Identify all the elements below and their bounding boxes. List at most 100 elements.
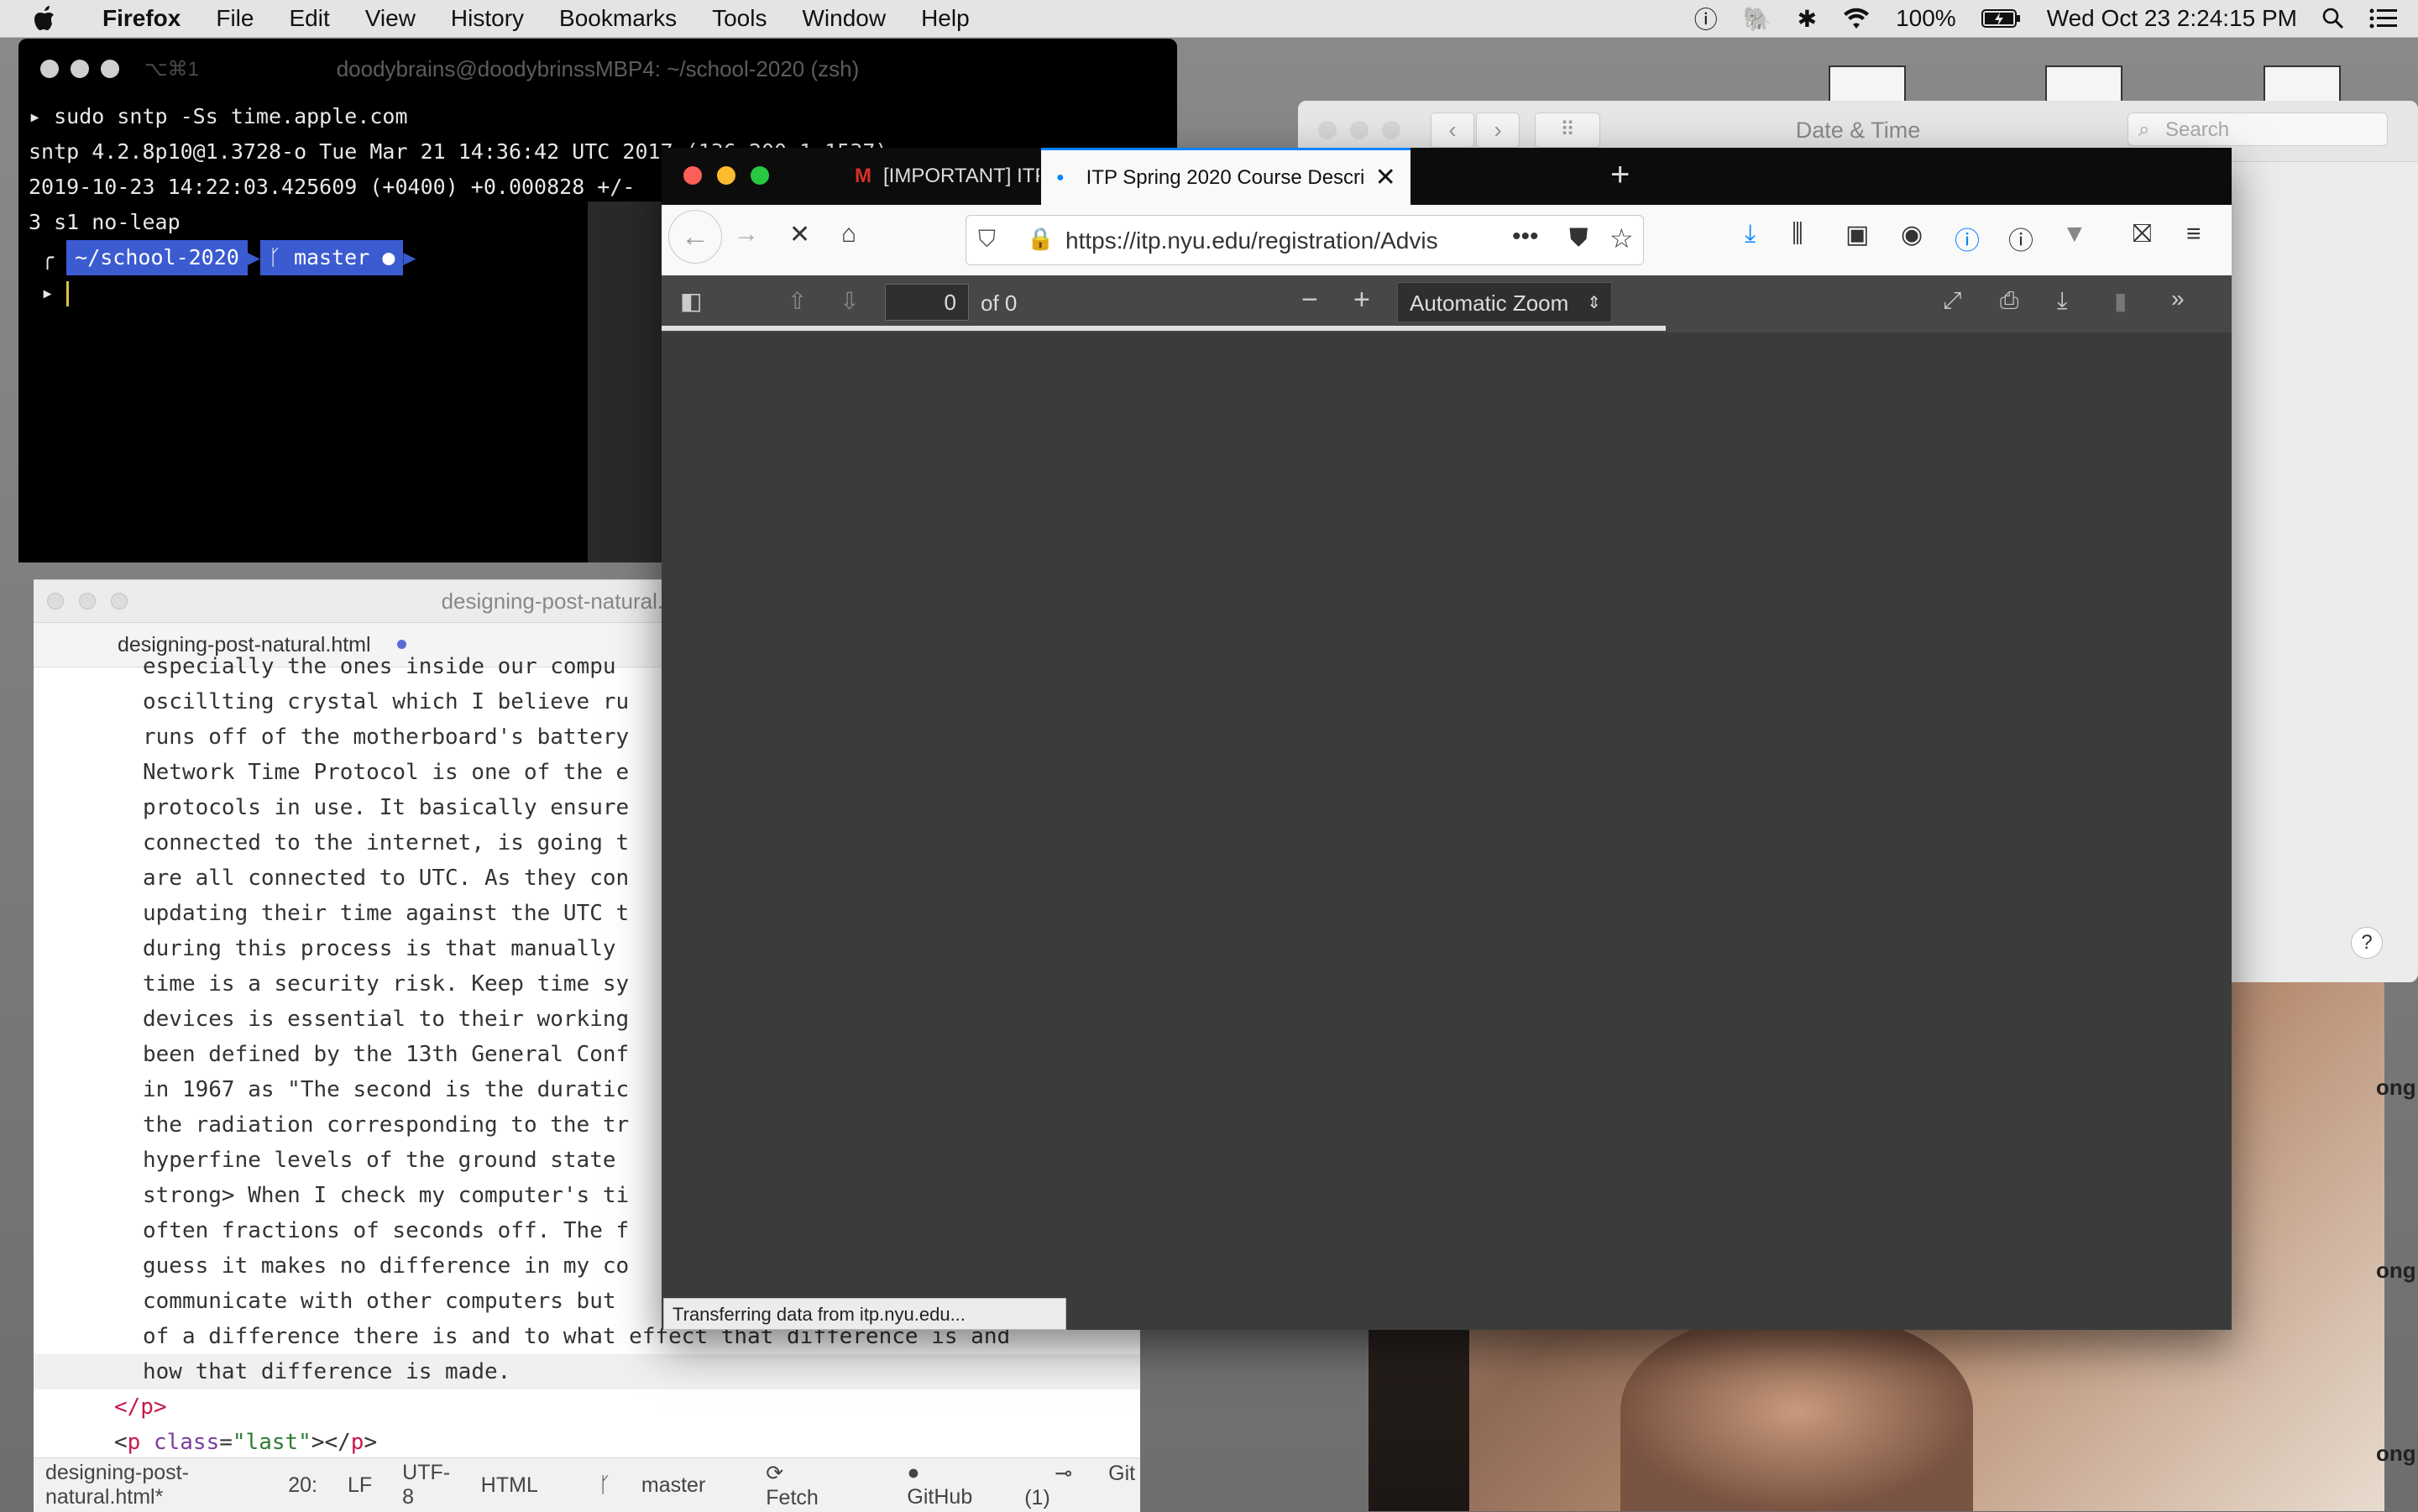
menu-edit[interactable]: Edit <box>289 5 329 32</box>
terminal-title: doodybrains@doodybrinssMBP4: ~/school-20… <box>336 55 860 81</box>
search-placeholder: Search <box>2165 118 2230 141</box>
modified-dot-icon <box>396 640 406 649</box>
forward-arrow-icon[interactable]: → <box>734 220 759 249</box>
menu-tools[interactable]: Tools <box>712 5 767 32</box>
tools-chevron-icon[interactable]: » <box>2171 285 2185 312</box>
zoom-in-icon[interactable]: + <box>1353 284 1370 317</box>
page-count: of 0 <box>981 290 1018 316</box>
page-actions-more-icon[interactable]: ••• <box>1512 222 1539 251</box>
account-icon[interactable]: ◉ <box>1901 220 1923 249</box>
terminal-cursor <box>66 281 70 306</box>
pdf-sidebar-toggle-icon[interactable]: ◧ <box>680 287 702 315</box>
tracking-protection-shield-icon[interactable]: ⛉ <box>978 226 996 254</box>
menu-file[interactable]: File <box>216 5 254 32</box>
bluetooth-icon[interactable]: ✱ <box>1798 5 1817 33</box>
status-cursor-position[interactable]: 20: <box>288 1473 317 1498</box>
firefox-window[interactable]: M [IMPORTANT] ITP Spring 2020 ✕ ● ITP Sp… <box>662 148 2232 1330</box>
webcam-watermark: ong <box>2376 1258 2416 1283</box>
url-text[interactable]: https://itp.nyu.edu/registration/Advis <box>1065 228 1502 254</box>
webcam-watermark: ong <box>2376 1075 2416 1100</box>
loading-dot-icon: ● <box>1056 170 1065 185</box>
menu-history[interactable]: History <box>451 5 524 32</box>
menu-bar: Firefox File Edit View History Bookmarks… <box>0 0 2418 38</box>
menu-view[interactable]: View <box>365 5 416 32</box>
loading-progress-bar <box>662 326 1666 331</box>
zoom-button[interactable] <box>751 166 769 185</box>
close-tab-icon[interactable]: ✕ <box>1375 163 1396 192</box>
preferences-search-field[interactable]: ⌕ Search <box>2128 112 2388 146</box>
bookmark-star-icon[interactable]: ☆ <box>1609 222 1634 254</box>
status-line-ending[interactable]: LF <box>348 1473 372 1498</box>
github-icon: ● <box>907 1461 920 1484</box>
tab-label: ITP Spring 2020 Course Descrip <box>1086 165 1363 189</box>
downloads-icon[interactable]: ⤓ <box>1745 220 1756 249</box>
app-menu-firefox[interactable]: Firefox <box>102 5 181 32</box>
terminal-line: 3 s1 no-leap <box>29 210 181 234</box>
new-tab-plus-icon[interactable]: + <box>1610 156 1630 194</box>
presentation-mode-icon[interactable]: ⤢ <box>1943 287 1961 315</box>
stop-loading-icon[interactable]: ✕ <box>789 220 810 249</box>
url-bar[interactable]: ⛉ 🔒 https://itp.nyu.edu/registration/Adv… <box>966 215 1644 265</box>
zoom-out-icon[interactable]: − <box>1301 284 1318 317</box>
notification-center-icon[interactable] <box>2369 8 2398 29</box>
tab-gmail[interactable]: M [IMPORTANT] ITP Spring 2020 <box>838 148 1039 205</box>
help-button[interactable]: ? <box>2351 927 2383 959</box>
save-download-icon[interactable]: ⤓ <box>2057 287 2067 315</box>
webcam-watermark: ong <box>2376 1441 2416 1466</box>
prompt-branch: master <box>293 245 370 269</box>
pdf-toolbar: ◧ ⇧ ⇩ 0 of 0 − + Automatic Zoom ⇕ ⤢ ⎙ ⤓ … <box>662 275 2232 333</box>
evernote-elephant-icon[interactable]: 🐘 <box>1743 5 1772 33</box>
sidebar-toggle-icon[interactable]: ▣ <box>1845 220 1869 249</box>
onepassword-menu-icon[interactable]: ⓘ <box>1694 2 1718 35</box>
chevron-updown-icon: ⇕ <box>1587 294 1601 312</box>
status-git-button[interactable]: ⊸ Git (1) <box>1024 1461 1140 1510</box>
menu-window[interactable]: Window <box>802 5 886 32</box>
firefox-tab-bar: M [IMPORTANT] ITP Spring 2020 ✕ ● ITP Sp… <box>662 148 2232 205</box>
menu-bookmarks[interactable]: Bookmarks <box>559 5 677 32</box>
zoom-select-value: Automatic Zoom <box>1410 290 1569 316</box>
status-fetch-button[interactable]: ⟳ Fetch <box>735 1461 846 1510</box>
tab-itp-course-descriptions[interactable]: ● ITP Spring 2020 Course Descrip ✕ <box>1041 148 1410 205</box>
library-icon[interactable]: ⫼ <box>1792 220 1803 249</box>
prompt-branch-segment: ᚴ master ● <box>259 240 404 275</box>
bookmark-icon[interactable]: ▮ <box>2114 287 2127 315</box>
pocket-icon[interactable]: ⛊ <box>1569 224 1588 253</box>
back-arrow-icon[interactable]: ← <box>668 210 722 264</box>
status-github-button[interactable]: ● GitHub <box>877 1461 994 1509</box>
home-icon[interactable]: ⌂ <box>841 220 856 249</box>
onepassword-extension-icon[interactable]: ⓘ <box>1955 220 1980 257</box>
status-file-path[interactable]: designing-post-natural.html* <box>45 1461 258 1509</box>
pdf-viewer-content[interactable] <box>662 332 2232 1330</box>
menu-clock[interactable]: Wed Oct 23 2:24:15 PM <box>2047 5 2297 32</box>
extension-info-icon[interactable]: ⓘ <box>2008 220 2033 257</box>
code-line-close-p: </p> <box>114 1394 167 1420</box>
git-branch-icon: ᚴ <box>598 1473 611 1497</box>
code-line-last-p: <p class="last"></p> <box>114 1430 378 1455</box>
lock-icon[interactable]: 🔒 <box>1027 226 1054 252</box>
page-number-input[interactable]: 0 <box>885 284 969 321</box>
vpn-extension-icon[interactable]: ▼ <box>2062 220 2087 249</box>
status-encoding[interactable]: UTF-8 <box>402 1461 451 1509</box>
gmail-icon: M <box>855 165 871 187</box>
status-branch[interactable]: ᚴ master <box>568 1473 705 1498</box>
tab-label: [IMPORTANT] ITP Spring 2020 <box>883 165 1039 187</box>
print-icon[interactable]: ⎙ <box>2000 287 2018 315</box>
webcam-person <box>1620 1310 1973 1511</box>
close-button[interactable] <box>683 166 702 185</box>
minimize-button[interactable] <box>717 166 735 185</box>
wifi-icon[interactable] <box>1842 7 1871 30</box>
next-page-icon[interactable]: ⇩ <box>840 287 859 315</box>
menu-help[interactable]: Help <box>921 5 970 32</box>
terminal-line: ▸ sudo sntp -Ss time.apple.com <box>29 104 408 128</box>
previous-page-icon[interactable]: ⇧ <box>788 287 807 315</box>
whats-new-gift-icon[interactable]: ⛝ <box>2133 220 2152 249</box>
terminal-titlebar: ⌥⌘1 doodybrains@doodybrinssMBP4: ~/schoo… <box>18 39 1177 99</box>
hamburger-menu-icon[interactable]: ≡ <box>2186 220 2201 249</box>
apple-icon[interactable] <box>34 6 55 31</box>
zoom-select[interactable]: Automatic Zoom ⇕ <box>1397 282 1612 322</box>
spotlight-search-icon[interactable] <box>2322 8 2344 29</box>
firefox-navigation-bar: ← → ✕ ⌂ ⛉ 🔒 https://itp.nyu.edu/registra… <box>662 205 2232 276</box>
battery-charging-icon[interactable] <box>1981 8 2022 29</box>
status-grammar[interactable]: HTML <box>481 1473 538 1498</box>
battery-percent: 100% <box>1896 5 1956 31</box>
